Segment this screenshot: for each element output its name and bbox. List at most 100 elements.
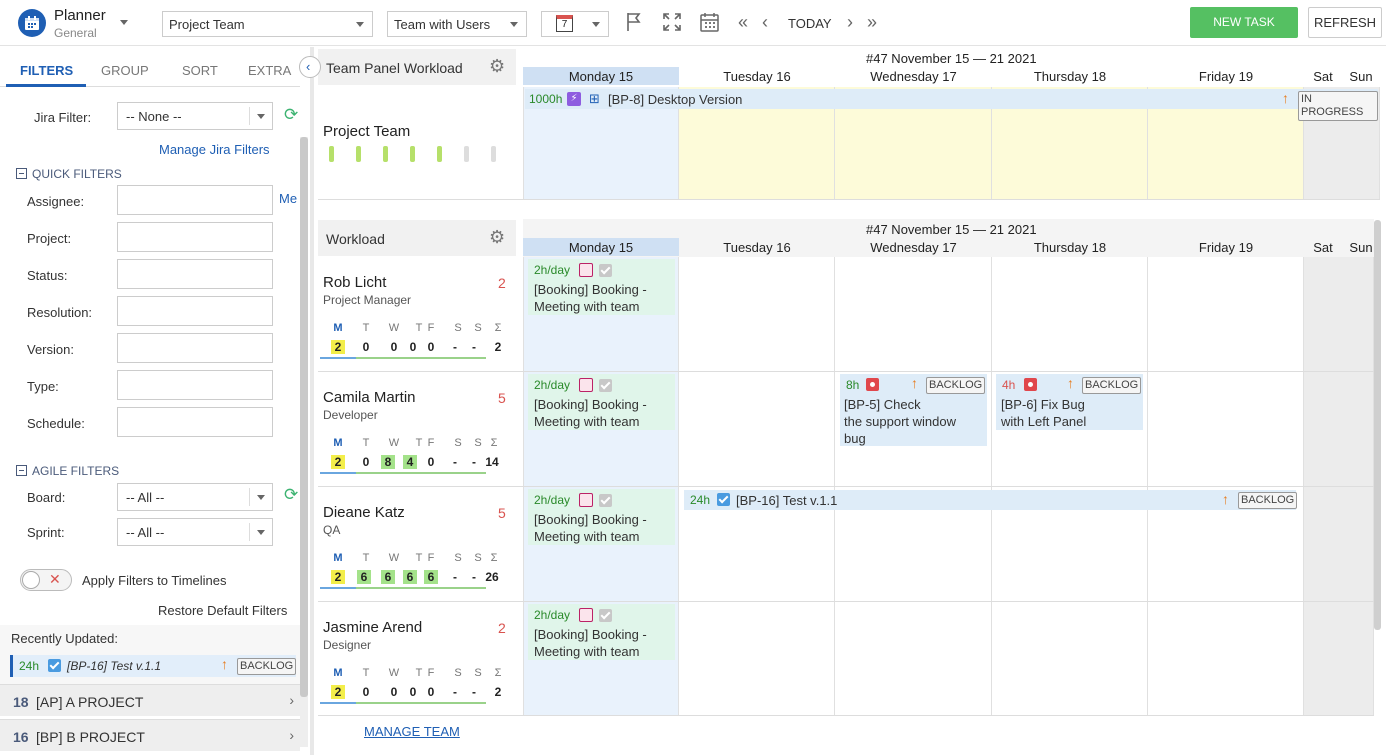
task-card-bp6[interactable]: 4h ↑ BACKLOG [BP-6] Fix Bug with Left Pan… xyxy=(996,374,1143,430)
agile-filters-header[interactable]: AGILE FILTERS xyxy=(16,464,119,478)
day-load: 0 xyxy=(390,340,398,354)
app-menu-chevron-icon[interactable] xyxy=(120,20,128,25)
day-header: Thursday 18 xyxy=(1033,69,1107,84)
task-count: 2 xyxy=(498,275,506,291)
user-role: Project Manager xyxy=(323,293,412,307)
day-load: 6 xyxy=(424,570,438,584)
manage-jira-filters-link[interactable]: Manage Jira Filters xyxy=(159,142,270,157)
board-select[interactable]: -- All -- xyxy=(117,483,273,511)
quick-filters-header[interactable]: QUICK FILTERS xyxy=(16,167,122,181)
new-task-button[interactable]: NEW TASK xyxy=(1190,7,1298,38)
gear-icon[interactable]: ⚙ xyxy=(489,227,505,248)
jira-filter-select[interactable]: -- None -- xyxy=(117,102,273,130)
refresh-filter-icon[interactable]: ⟳ xyxy=(284,105,298,125)
day-header: Friday 19 xyxy=(1198,69,1254,84)
tab-extra[interactable]: EXTRA xyxy=(248,63,291,78)
day-load: 6 xyxy=(381,570,395,584)
task-bar-bp16[interactable]: 24h [BP-16] Test v.1.1 ↑ BACKLOG xyxy=(684,490,1298,510)
team-panel-header: Team Panel Workload ⚙ xyxy=(318,49,516,85)
agile-filters-title: AGILE FILTERS xyxy=(32,464,120,478)
mini-load-bar xyxy=(410,146,415,162)
weekday-letter: M xyxy=(333,322,343,334)
weekday-letter: W xyxy=(388,437,400,449)
recent-task-item[interactable]: 24h [BP-16] Test v.1.1 ↑ BACKLOG xyxy=(10,655,297,677)
booking-card[interactable]: 2h/day [Booking] Booking - Meeting with t… xyxy=(528,604,675,660)
weekday-letter: Σ xyxy=(494,322,502,334)
version-input[interactable] xyxy=(117,333,273,363)
tab-filters[interactable]: FILTERS xyxy=(20,63,73,78)
task-text: [BP-5] Check the support window bug xyxy=(844,396,956,447)
panel-divider[interactable] xyxy=(310,47,314,755)
weekday-letter: F xyxy=(427,667,435,679)
today-button[interactable]: TODAY xyxy=(788,16,832,31)
weekday-letter: T xyxy=(362,552,370,564)
calendar-days-icon: 7 xyxy=(556,15,573,32)
status-input[interactable] xyxy=(117,259,273,289)
day-load: 0 xyxy=(427,340,435,354)
refresh-button[interactable]: REFRESH xyxy=(1308,7,1382,38)
assignee-input[interactable] xyxy=(117,185,273,215)
me-link[interactable]: Me xyxy=(279,191,297,206)
day-header: Tuesday 16 xyxy=(723,240,791,255)
calendar-icon[interactable] xyxy=(700,12,719,37)
day-load: 0 xyxy=(409,340,417,354)
task-card-bp5[interactable]: 8h ↑ BACKLOG [BP-5] Check the support win… xyxy=(840,374,987,446)
user-name[interactable]: Dieane Katz xyxy=(323,504,405,521)
collapse-panel-button[interactable]: ‹ xyxy=(299,56,321,78)
booking-card[interactable]: 2h/day [Booking] Booking - Meeting with t… xyxy=(528,259,675,315)
project-row-bp[interactable]: 16 [BP] B PROJECT › xyxy=(0,719,300,751)
team-select[interactable]: Project Team xyxy=(162,11,373,37)
task-title: [BP-16] Test v.1.1 xyxy=(736,493,838,508)
gear-icon[interactable]: ⚙ xyxy=(489,56,505,77)
refresh-board-icon[interactable]: ⟳ xyxy=(284,485,298,505)
weekday-letter: S xyxy=(474,322,482,334)
team-name: Project Team xyxy=(323,123,411,140)
calendar-booking-icon xyxy=(579,493,593,507)
day-header: Monday 15 xyxy=(568,240,634,255)
chevron-right-icon[interactable]: › xyxy=(847,12,853,33)
user-name[interactable]: Rob Licht xyxy=(323,274,386,291)
schedule-input[interactable] xyxy=(117,407,273,437)
type-input[interactable] xyxy=(117,370,273,400)
load-line xyxy=(356,472,486,474)
double-chevron-left-icon[interactable]: « xyxy=(738,12,748,33)
top-toolbar: Planner General Project Team Team with U… xyxy=(0,0,1386,46)
task-bar-bp8[interactable]: 1000h ⚡ ⊞ [BP-8] Desktop Version ↑ IN PR… xyxy=(525,89,1378,121)
weekday-letter: S xyxy=(454,437,462,449)
left-scrollbar[interactable] xyxy=(300,137,308,747)
task-title: [BP-16] Test v.1.1 xyxy=(67,659,162,673)
chevron-left-icon: ‹ xyxy=(306,59,311,74)
chevron-right-icon: › xyxy=(289,692,294,708)
chevron-left-icon[interactable]: ‹ xyxy=(762,12,768,33)
project-row-ap[interactable]: 18 [AP] A PROJECT › xyxy=(0,684,300,716)
days-select[interactable]: 7 xyxy=(541,11,609,37)
sprint-select[interactable]: -- All -- xyxy=(117,518,273,546)
project-label: Project: xyxy=(27,231,72,246)
apply-filters-toggle[interactable]: ✕ xyxy=(20,569,72,591)
week-total: 26 xyxy=(485,570,499,584)
task-line-1: [BP-6] Fix Bug xyxy=(1001,397,1085,412)
scrollbar-thumb[interactable] xyxy=(300,137,308,697)
hierarchy-icon: ⊞ xyxy=(589,91,600,106)
project-input[interactable] xyxy=(117,222,273,252)
fullscreen-icon[interactable] xyxy=(663,13,681,36)
booking-card[interactable]: 2h/day [Booking] Booking - Meeting with t… xyxy=(528,374,675,430)
booking-card[interactable]: 2h/day [Booking] Booking - Meeting with t… xyxy=(528,489,675,545)
restore-default-filters-link[interactable]: Restore Default Filters xyxy=(158,603,287,618)
tab-group[interactable]: GROUP xyxy=(101,63,149,78)
user-name[interactable]: Jasmine Arend xyxy=(323,619,422,636)
double-chevron-right-icon[interactable]: » xyxy=(867,12,877,33)
flag-icon[interactable] xyxy=(625,12,643,37)
user-name[interactable]: Camila Martin xyxy=(323,389,416,406)
manage-team-link[interactable]: MANAGE TEAM xyxy=(364,724,460,739)
mini-load-bar xyxy=(383,146,388,162)
load-line xyxy=(320,702,356,704)
task-check-icon xyxy=(599,264,612,277)
day-load: 0 xyxy=(427,455,435,469)
weekday-letter: W xyxy=(388,322,400,334)
view-select[interactable]: Team with Users xyxy=(387,11,527,37)
tab-sort[interactable]: SORT xyxy=(182,63,218,78)
workload-scrollbar[interactable] xyxy=(1374,220,1381,630)
recently-updated-label: Recently Updated: xyxy=(11,631,118,646)
resolution-input[interactable] xyxy=(117,296,273,326)
